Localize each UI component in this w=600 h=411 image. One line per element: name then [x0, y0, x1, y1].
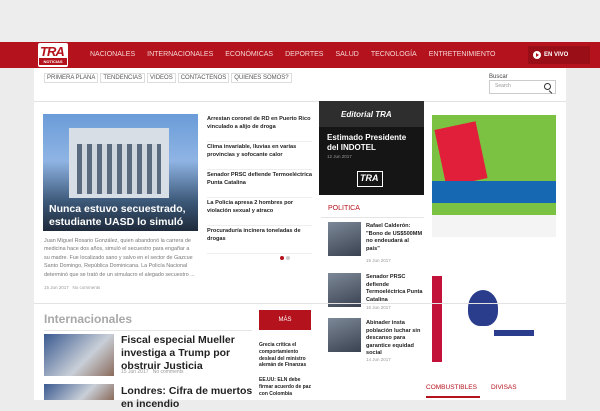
side-news-title[interactable]: EE.UU: ELN debe firmar acuerdo de paz co…: [259, 377, 315, 397]
ad-graphic: [432, 215, 556, 237]
politica-thumb[interactable]: [328, 318, 361, 352]
internacionales-thumb[interactable]: [44, 384, 114, 400]
search-placeholder: Search: [495, 83, 511, 89]
internacionales-date: 15 Jun 2017: [121, 369, 149, 375]
internacionales-title[interactable]: Londres: Cifra de muertos en incendio: [121, 385, 256, 411]
nav-item-economicas[interactable]: ECONÓMICAS: [219, 42, 279, 68]
news-title[interactable]: Procuraduría incinera toneladas de droga…: [207, 228, 312, 244]
divider: [321, 217, 424, 218]
list-item[interactable]: Clima invariable, lluvias en varias prov…: [207, 142, 312, 170]
secondary-nav: PRIMERA PLANA TENDENCIAS VIDEOS CONTACTE…: [44, 73, 292, 83]
politica-label[interactable]: POLITICA: [328, 205, 360, 212]
ad-banner[interactable]: [432, 276, 556, 362]
site-logo[interactable]: TRA NOTICIAS: [38, 43, 68, 67]
main-nav: NACIONALES INTERNACIONALES ECONÓMICAS DE…: [84, 42, 502, 68]
news-title[interactable]: Arrestan coronel de RD en Puerto Rico vi…: [207, 116, 312, 132]
news-list: Arrestan coronel de RD en Puerto Rico vi…: [207, 114, 312, 254]
tab-combustibles[interactable]: COMBUSTIBLES: [426, 384, 477, 391]
subnav-item-quienes-somos[interactable]: QUIENES SOMOS?: [231, 73, 292, 83]
search-icon[interactable]: [544, 83, 551, 90]
tab-active-indicator: [426, 396, 480, 398]
editorial-date: 12 Jun 2017: [327, 154, 352, 159]
editorial-logo-text: TRA: [360, 173, 379, 183]
divider: [34, 101, 566, 102]
more-button[interactable]: MÁS: [259, 310, 311, 330]
ad-graphic: [494, 330, 534, 336]
subnav-item-videos[interactable]: VIDEOS: [147, 73, 176, 83]
editorial-label: Editorial TRA: [341, 110, 392, 119]
hero-title[interactable]: Nunca estuvo secuestrado, estudiante UAS…: [49, 203, 199, 229]
internacionales-label[interactable]: Internacionales: [44, 312, 132, 326]
top-bar: [0, 0, 600, 42]
nav-item-nacionales[interactable]: NACIONALES: [84, 42, 141, 68]
play-icon: [533, 51, 541, 59]
politica-date: 15 Jun 2017: [366, 258, 391, 263]
logo-sub: NOTICIAS: [39, 58, 67, 65]
news-title[interactable]: Clima invariable, lluvias en varias prov…: [207, 144, 312, 160]
politica-thumb[interactable]: [328, 273, 361, 307]
ad-graphic: [468, 290, 498, 326]
politica-title[interactable]: Abinader insta población luchar sin desc…: [366, 320, 424, 358]
politica-date: 15 Jun 2017: [366, 305, 391, 310]
internacionales-meta: 15 Jun 2017 No comments: [121, 369, 184, 375]
internacionales-comments[interactable]: No comments: [153, 369, 184, 375]
tab-divisas[interactable]: DIVISAS: [491, 384, 517, 391]
news-title[interactable]: Senador PRSC defiende Termoeléctrica Pun…: [207, 172, 312, 188]
hero-photo-building: [69, 128, 169, 198]
subnav-item-primera-plana[interactable]: PRIMERA PLANA: [44, 73, 99, 83]
nav-item-tecnologia[interactable]: TECNOLOGÍA: [365, 42, 423, 68]
nav-item-deportes[interactable]: DEPORTES: [279, 42, 329, 68]
list-item[interactable]: Senador PRSC defiende Termoeléctrica Pun…: [207, 170, 312, 198]
tabs: COMBUSTIBLES DIVISAS: [426, 384, 517, 391]
side-news-title[interactable]: Grecia critica el comportamiento desleal…: [259, 342, 315, 369]
nav-item-internacionales[interactable]: INTERNACIONALES: [141, 42, 219, 68]
editorial-title[interactable]: Estimado Presidente del INDOTEL: [327, 133, 419, 154]
internacionales-title[interactable]: Fiscal especial Mueller investiga a Trum…: [121, 334, 256, 372]
divider: [34, 303, 566, 304]
slider-dot[interactable]: [286, 256, 290, 260]
list-item[interactable]: Arrestan coronel de RD en Puerto Rico vi…: [207, 114, 312, 142]
divider: [44, 330, 252, 331]
hero-meta: 15 Jun 2017 No comments: [44, 285, 100, 290]
nav-item-salud[interactable]: SALUD: [329, 42, 364, 68]
politica-thumb[interactable]: [328, 222, 361, 256]
list-item[interactable]: Procuraduría incinera toneladas de droga…: [207, 226, 312, 254]
ad-graphic: [432, 181, 556, 203]
editorial-logo: TRA: [357, 171, 383, 187]
politica-title[interactable]: Senador PRSC defiende Termoeléctrica Pun…: [366, 274, 424, 304]
hero-date: 15 Jun 2017: [44, 285, 69, 290]
editorial-header: Editorial TRA: [319, 101, 424, 127]
live-button[interactable]: EN VIVO: [528, 46, 590, 64]
ad-graphic: [434, 121, 488, 187]
ad-banner[interactable]: [432, 115, 556, 237]
politica-title[interactable]: Rafael Calderón: "Bono de US$500MM no en…: [366, 223, 424, 253]
slider-dot-active[interactable]: [280, 256, 284, 260]
search-input[interactable]: Search: [489, 80, 556, 94]
subnav-item-tendencias[interactable]: TENDENCIAS: [100, 73, 146, 83]
logo-name: TRA: [40, 44, 65, 59]
internacionales-thumb[interactable]: [44, 334, 114, 376]
live-label: EN VIVO: [544, 52, 569, 58]
nav-item-entretenimiento[interactable]: ENTRETENIMIENTO: [423, 42, 502, 68]
hero-comments[interactable]: No comments: [73, 285, 101, 290]
subnav-item-contactenos[interactable]: CONTACTENOS: [177, 73, 230, 83]
hero-description: Juan Miguel Rosario González, quien aban…: [44, 238, 195, 278]
list-item[interactable]: La Policía apresa 2 hombres por violació…: [207, 198, 312, 226]
politica-date: 14 Jun 2017: [366, 357, 391, 362]
news-title[interactable]: La Policía apresa 2 hombres por violació…: [207, 200, 312, 216]
